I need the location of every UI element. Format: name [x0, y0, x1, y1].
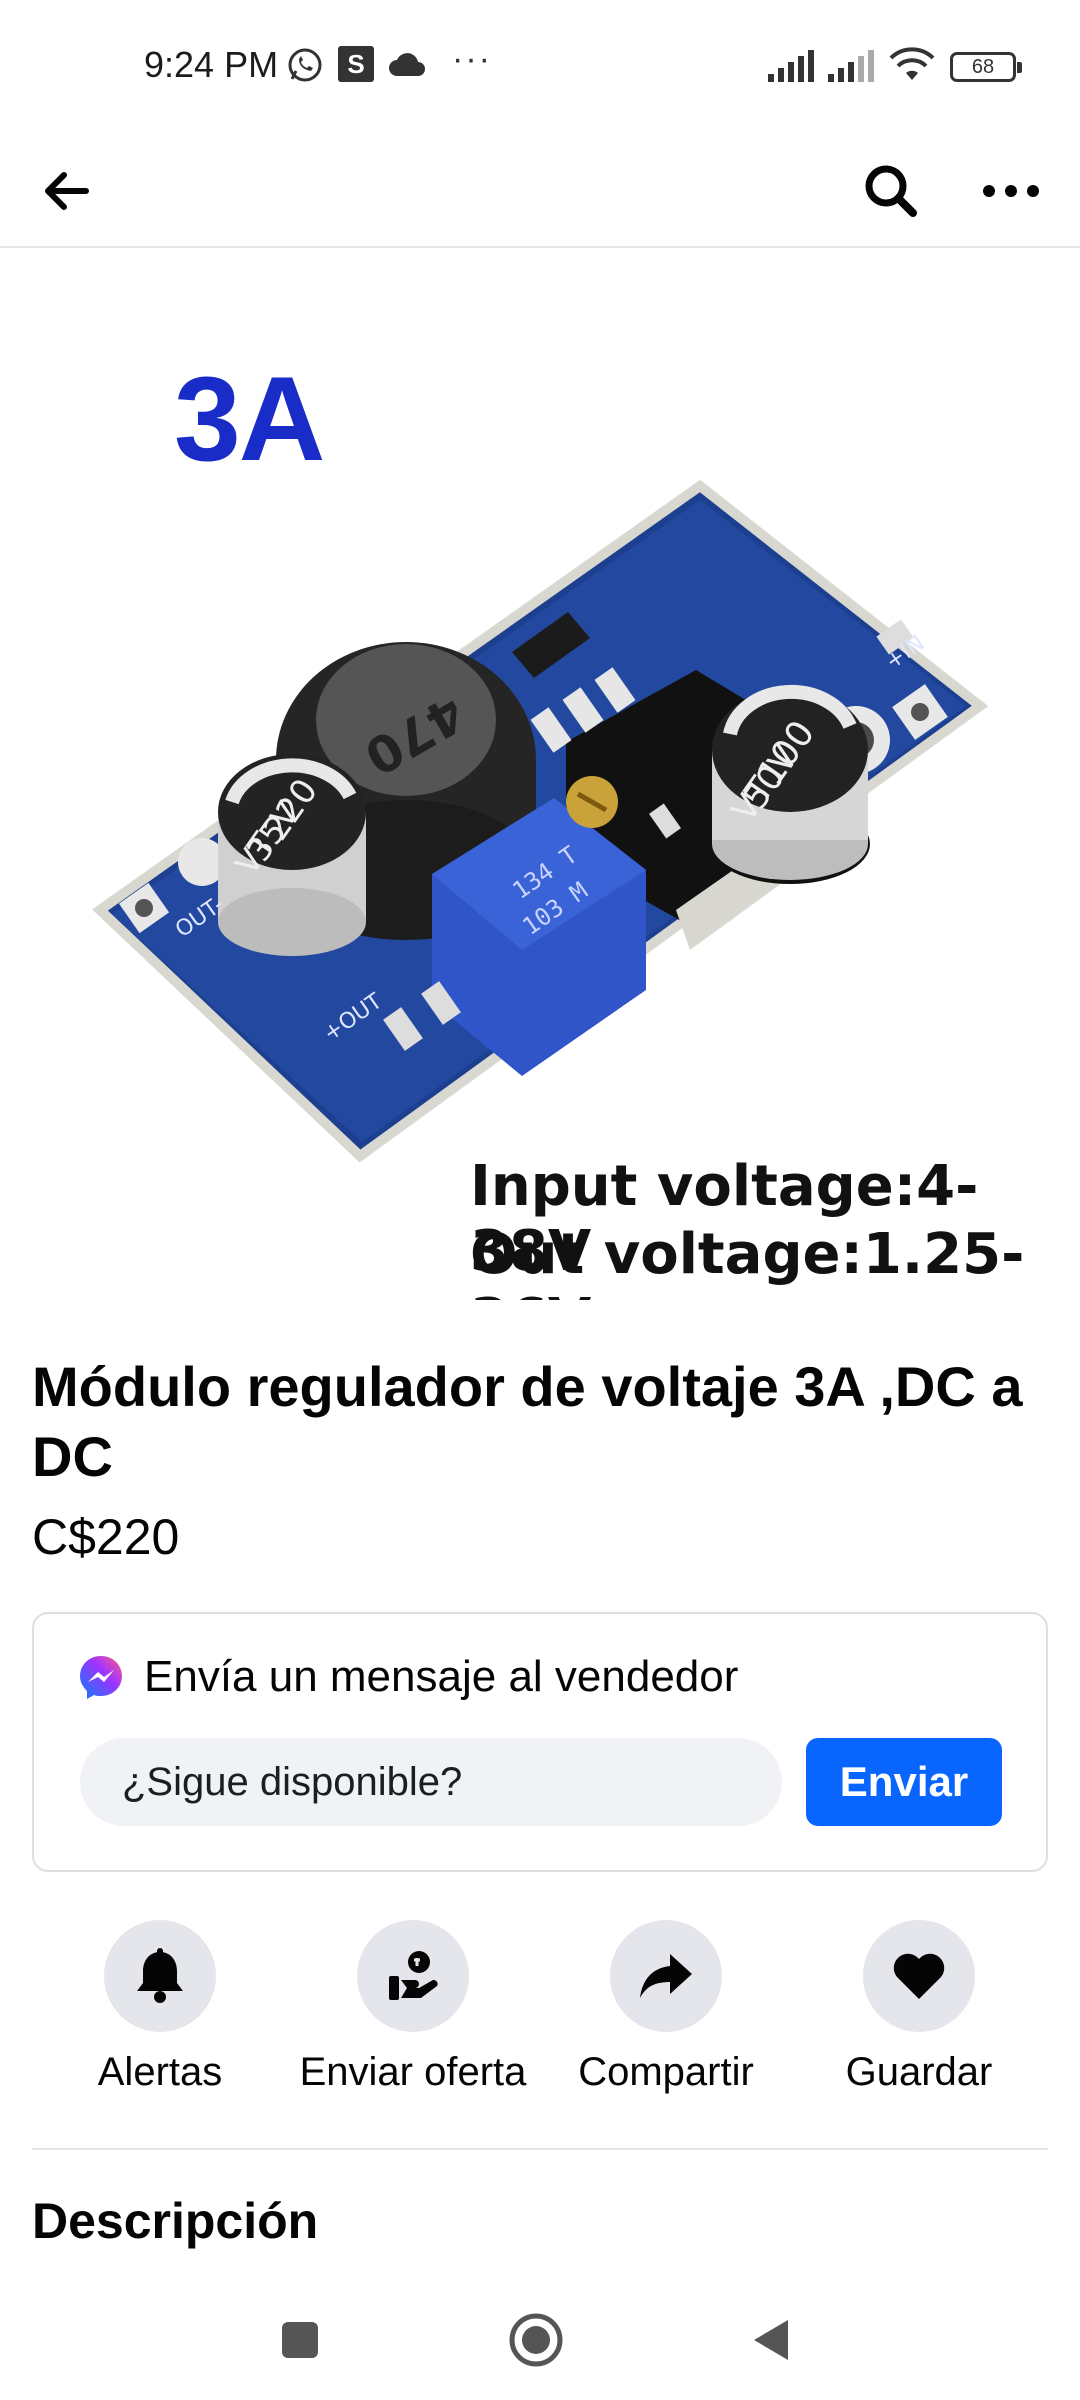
- bell-icon: [137, 1948, 183, 2003]
- message-card-title: Envía un mensaje al vendedor: [144, 1652, 739, 1701]
- back-button[interactable]: [20, 146, 110, 236]
- message-seller-card: Envía un mensaje al vendedor ¿Sigue disp…: [32, 1612, 1048, 1872]
- screen: 9:24 PM S ··· 68 3A 470 134 T 103 M 100 …: [0, 0, 1080, 2400]
- signal-icon: [826, 48, 876, 89]
- message-input[interactable]: ¿Sigue disponible?: [80, 1738, 782, 1826]
- product-image[interactable]: 3A 470 134 T 103 M 100 50V VT 220 35V VT…: [0, 250, 1080, 1300]
- action-row: Alertas Enviar oferta Compartir Guardar: [0, 1920, 1080, 2120]
- battery-icon: 68: [950, 52, 1022, 82]
- status-bar: 9:24 PM S ··· 68: [0, 0, 1080, 132]
- back-arrow-icon: [45, 172, 89, 210]
- signal-icon: [766, 48, 816, 89]
- back-nav-button[interactable]: [730, 2300, 810, 2380]
- search-icon: [865, 165, 917, 217]
- alerts-circle: [104, 1920, 216, 2032]
- alerts-label: Alertas: [97, 2050, 223, 2094]
- wifi-icon: [888, 46, 936, 89]
- share-label: Compartir: [578, 2050, 754, 2094]
- save-button[interactable]: Guardar: [789, 1920, 1049, 2095]
- recents-square-icon: [282, 2322, 318, 2358]
- send-offer-button[interactable]: Enviar oferta: [283, 1920, 543, 2095]
- messenger-icon: [80, 1656, 122, 1699]
- save-label: Guardar: [845, 2050, 993, 2094]
- save-circle: [863, 1920, 975, 2032]
- message-card-header: Envía un mensaje al vendedor: [78, 1652, 738, 1702]
- heart-icon: [893, 1953, 945, 1999]
- listing-title: Módulo regulador de voltaje 3A ,DC a DC: [32, 1355, 1023, 1488]
- alerts-button[interactable]: Alertas: [30, 1920, 290, 2095]
- more-options-button[interactable]: [966, 146, 1056, 236]
- dc-dc-module-illustration: 470 134 T 103 M 100 50V VT 220 35V VT +I…: [92, 479, 989, 1163]
- send-button[interactable]: Enviar: [806, 1738, 1002, 1826]
- send-offer-label: Enviar oferta: [299, 2050, 527, 2094]
- cloud-icon: [388, 50, 426, 83]
- status-more-icon: ···: [452, 40, 492, 78]
- share-arrow-icon: [640, 1954, 692, 1998]
- app-bar: [0, 132, 1080, 248]
- whatsapp-icon: [286, 46, 324, 89]
- system-nav-bar: [0, 2270, 1080, 2400]
- offer-hand-icon: [389, 1951, 438, 2000]
- s-app-icon: S: [338, 46, 374, 82]
- status-time: 9:24 PM: [144, 44, 279, 85]
- listing-price: C$220: [32, 1509, 180, 1565]
- image-output-spec: Out voltage:1.25-36V: [470, 1222, 1025, 1300]
- share-button[interactable]: Compartir: [536, 1920, 796, 2095]
- more-icon: [983, 185, 1039, 197]
- home-circle-icon: [509, 2313, 563, 2367]
- search-button[interactable]: [846, 146, 936, 236]
- recents-button[interactable]: [260, 2300, 340, 2380]
- section-divider: [32, 2148, 1048, 2150]
- send-offer-circle: [357, 1920, 469, 2032]
- share-circle: [610, 1920, 722, 2032]
- back-triangle-icon: [754, 2320, 788, 2360]
- description-heading: Descripción: [32, 2193, 319, 2249]
- home-button[interactable]: [496, 2300, 576, 2380]
